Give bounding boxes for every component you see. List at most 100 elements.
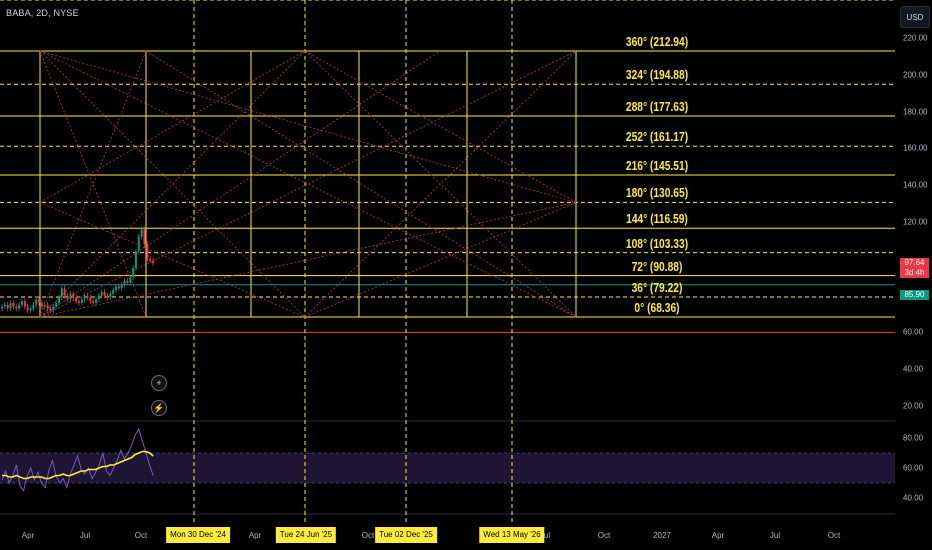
candle-body: [58, 297, 60, 303]
candle-body: [146, 244, 149, 259]
candle-body: [152, 260, 155, 264]
gann-level-label: 0° (68.36): [634, 301, 680, 316]
candle-body: [137, 236, 140, 252]
gann-fan-line: [39, 50, 306, 203]
price-tick-label: 140.00: [903, 180, 928, 190]
candle-body: [120, 284, 123, 289]
time-tick-label: 2027: [653, 531, 671, 540]
gann-level-label: 144° (116.59): [626, 212, 688, 227]
candle-body: [35, 299, 38, 305]
candle-body: [55, 302, 58, 307]
price-tick-label: 20.00: [903, 401, 924, 411]
gann-level-label: 108° (103.33): [625, 236, 689, 251]
candle-body: [106, 295, 109, 298]
candle-body: [89, 297, 92, 302]
gann-fan-line: [39, 202, 306, 318]
time-tick-label: Jul: [769, 531, 781, 540]
gann-fan-drawing[interactable]: [0, 0, 895, 522]
candlestick-series: [1, 226, 155, 314]
symbol-title[interactable]: BABA, 2D, NYSE: [6, 8, 79, 18]
candle-body: [143, 229, 146, 245]
candle-body: [23, 301, 26, 307]
candle-body: [83, 295, 86, 300]
price-tick-label: 120.00: [903, 217, 928, 227]
time-tick-label: Oct: [597, 531, 611, 540]
candle-body: [69, 293, 72, 300]
candle-body: [20, 301, 23, 305]
candle-body: [15, 306, 18, 309]
currency-button[interactable]: USD: [900, 6, 930, 28]
gann-level-label: 288° (177.63): [625, 99, 689, 114]
countdown-badge: 3d 4h: [900, 268, 929, 278]
candle-body: [149, 258, 152, 261]
oscillator-band: [0, 453, 895, 483]
candle-body: [3, 304, 6, 307]
green-level-badge: 85.90: [900, 290, 929, 300]
candle-body: [1, 306, 3, 309]
gann-level-label: 180° (130.65): [625, 186, 689, 201]
time-tick-label: Oct: [361, 531, 375, 540]
date-label: Wed 13 May '26: [479, 527, 545, 543]
candle-body: [26, 306, 29, 311]
candle-body: [6, 304, 9, 309]
gann-fan-line: [39, 202, 577, 318]
candle-body: [126, 280, 129, 283]
candle-body: [32, 304, 35, 309]
time-tick-label: Apr: [711, 531, 725, 540]
candle-body: [66, 295, 69, 300]
gann-level-label: 252° (161.17): [625, 130, 689, 145]
candle-body: [117, 286, 120, 289]
candle-body: [109, 293, 112, 298]
candle-body: [60, 288, 63, 298]
candle-body: [134, 251, 137, 268]
add-button[interactable]: +: [151, 375, 167, 391]
date-label: Mon 30 Dec '24: [166, 527, 230, 543]
indicator-tick-label: 80.00: [903, 433, 924, 443]
price-tick-label: 200.00: [903, 70, 928, 80]
gann-level-label: 72° (90.88): [631, 259, 683, 274]
candle-body: [80, 299, 83, 303]
indicator-tick-label: 60.00: [903, 463, 924, 473]
candle-body: [129, 277, 132, 283]
candle-body: [46, 304, 49, 309]
lightning-icon: ⚡: [153, 402, 165, 413]
date-label: Tue 24 Jun '25: [275, 527, 337, 543]
candle-body: [12, 302, 15, 307]
gann-fan-line: [39, 50, 577, 203]
price-tick-label: 220.00: [903, 33, 928, 43]
gann-fan-line: [304, 202, 577, 318]
time-tick-label: Oct: [827, 531, 841, 540]
candle-body: [132, 268, 135, 278]
date-label: Tue 02 Dec '25: [375, 527, 437, 543]
gann-level-label: 36° (79.22): [631, 281, 683, 296]
main-chart[interactable]: [0, 0, 895, 522]
time-tick-label: Jul: [79, 531, 91, 540]
price-tick-label: 40.00: [903, 364, 924, 374]
gann-fan-line: [304, 50, 577, 203]
candle-body: [140, 229, 143, 237]
candle-body: [18, 304, 21, 309]
candle-body: [40, 302, 43, 307]
candle-body: [38, 299, 41, 303]
plus-icon: +: [156, 378, 162, 388]
grid-layer: [0, 284, 895, 515]
candle-body: [29, 308, 32, 311]
candle-body: [72, 293, 75, 298]
gann-level-label: 360° (212.94): [625, 34, 689, 49]
gann-level-label: 324° (194.88): [625, 68, 689, 83]
time-tick-label: Oct: [134, 531, 148, 540]
candle-body: [103, 291, 106, 296]
candle-body: [123, 280, 126, 285]
candle-body: [97, 295, 100, 300]
price-tick-label: 60.00: [903, 327, 924, 337]
alert-button[interactable]: ⚡: [151, 400, 167, 416]
candle-body: [100, 291, 103, 296]
price-tick-label: 160.00: [903, 143, 928, 153]
time-tick-label: Apr: [248, 531, 262, 540]
candle-body: [115, 286, 117, 291]
candle-body: [63, 288, 66, 296]
candle-body: [49, 308, 52, 311]
candle-body: [86, 295, 89, 298]
candle-body: [52, 306, 55, 311]
gann-level-label: 216° (145.51): [625, 159, 689, 174]
